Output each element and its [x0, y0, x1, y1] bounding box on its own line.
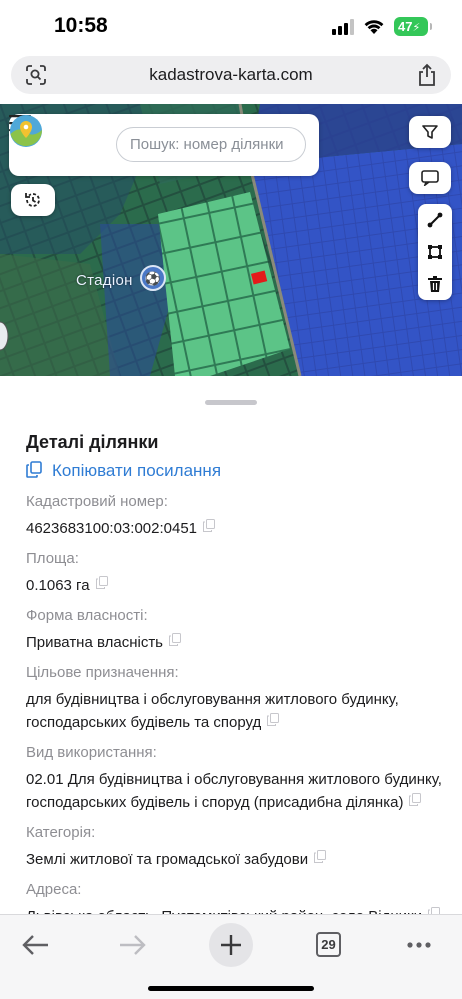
- plus-icon: [221, 935, 241, 955]
- wifi-icon: [364, 20, 384, 34]
- category-text: Землі житлової та громадської забудови: [26, 851, 309, 868]
- parcel-details-sheet[interactable]: Деталі ділянки Копіювати посилання Кадас…: [0, 376, 462, 916]
- purpose-text: для будівництва і обслуговування житлово…: [26, 691, 399, 731]
- copy-icon[interactable]: [169, 633, 181, 646]
- purpose-value: для будівництва і обслуговування житлово…: [26, 688, 446, 734]
- history-button[interactable]: [11, 184, 55, 216]
- back-arrow-icon: [22, 935, 48, 955]
- history-icon: [25, 193, 40, 207]
- more-dots-icon: [407, 942, 431, 948]
- tabs-count: 29: [316, 932, 341, 957]
- copy-icon[interactable]: [314, 850, 327, 863]
- polygon-tool-icon[interactable]: [427, 244, 443, 260]
- usage-type-value: 02.01 Для будівництва і обслуговування ж…: [26, 768, 446, 814]
- cadastral-number-value: 4623683100:03:002:0451: [26, 517, 446, 540]
- ownership-value: Приватна власність: [26, 631, 446, 654]
- copy-icon[interactable]: [203, 519, 216, 532]
- sheet-title: Деталі ділянки: [26, 432, 159, 452]
- tabs-button[interactable]: 29: [307, 923, 351, 967]
- copy-link-icon: [26, 461, 42, 478]
- trash-icon[interactable]: [428, 276, 442, 292]
- charging-icon: ⚡: [412, 22, 421, 34]
- line-tool-icon[interactable]: [427, 212, 443, 228]
- sheet-grabber[interactable]: [205, 400, 257, 405]
- comment-icon: [421, 170, 439, 186]
- address-bar[interactable]: kadastrova-karta.com: [11, 56, 451, 94]
- ownership-text: Приватна власність: [26, 634, 163, 651]
- filter-icon: [422, 125, 438, 139]
- category-label: Категорія:: [26, 824, 96, 841]
- map-search-panel: [9, 114, 319, 176]
- url-text[interactable]: kadastrova-karta.com: [11, 65, 451, 85]
- status-bar: 10:58 47⚡: [0, 0, 462, 52]
- filter-button[interactable]: [409, 116, 451, 148]
- copy-icon[interactable]: [95, 576, 108, 589]
- forward-button[interactable]: [110, 923, 154, 967]
- forward-arrow-icon: [120, 935, 146, 955]
- battery-level: 47: [398, 19, 413, 34]
- battery-indicator: 47⚡: [394, 17, 432, 36]
- place-label: Стадіон: [76, 272, 133, 289]
- ownership-label: Форма власності:: [26, 607, 148, 624]
- comment-button[interactable]: [409, 162, 451, 194]
- search-input[interactable]: [116, 127, 306, 162]
- copy-icon[interactable]: [267, 713, 280, 726]
- draw-tools-panel: [418, 204, 452, 300]
- cadastral-number-text: 4623683100:03:002:0451: [26, 520, 198, 537]
- purpose-label: Цільове призначення:: [26, 664, 179, 681]
- home-indicator: [148, 986, 314, 991]
- status-time: 10:58: [54, 14, 108, 37]
- details-list: Кадастровий номер: 4623683100:03:002:045…: [26, 488, 446, 916]
- browser-toolbar: 29: [0, 914, 462, 999]
- more-button[interactable]: [397, 923, 441, 967]
- category-value: Землі житлової та громадської забудови: [26, 848, 446, 871]
- new-tab-button[interactable]: [209, 923, 253, 967]
- usage-type-text: 02.01 Для будівництва і обслуговування ж…: [26, 771, 442, 811]
- share-icon[interactable]: [417, 63, 437, 87]
- area-text: 0.1063 га: [26, 577, 90, 594]
- copy-link-label: Копіювати посилання: [52, 461, 222, 480]
- logo-icon[interactable]: [9, 114, 43, 148]
- usage-type-label: Вид використання:: [26, 744, 157, 761]
- svg-text:⚽: ⚽: [144, 271, 161, 287]
- signal-icon: [332, 19, 354, 35]
- copy-icon[interactable]: [409, 793, 422, 806]
- back-button[interactable]: [14, 923, 58, 967]
- cadastral-map[interactable]: ⚽ Стадіон: [0, 104, 462, 376]
- area-value: 0.1063 га: [26, 574, 446, 597]
- area-label: Площа:: [26, 550, 79, 567]
- address-label: Адреса:: [26, 881, 82, 898]
- cadastral-number-label: Кадастровий номер:: [26, 493, 168, 510]
